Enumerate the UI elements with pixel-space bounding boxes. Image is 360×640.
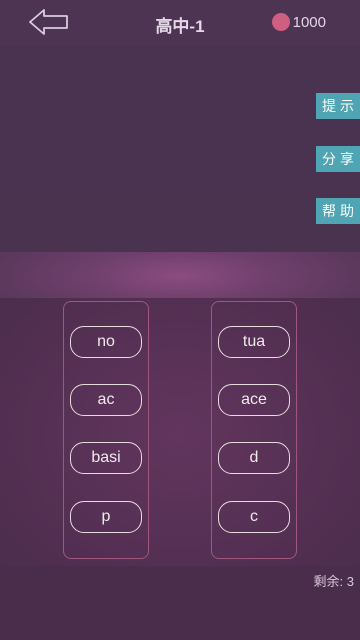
left-piece[interactable]: p (70, 501, 142, 533)
share-button[interactable]: 分享 (316, 146, 360, 172)
right-piece[interactable]: d (218, 442, 290, 474)
remaining-count: 剩余: 3 (313, 574, 354, 589)
coin-count: 1000 (292, 13, 326, 31)
left-piece-column: no ac basi p (63, 301, 149, 559)
right-piece[interactable]: ace (218, 384, 290, 416)
right-piece[interactable]: c (218, 501, 290, 533)
right-piece[interactable]: tua (218, 326, 290, 358)
help-button[interactable]: 帮助 (316, 198, 360, 224)
coin-counter: 1000 (271, 12, 326, 32)
footer-strip (0, 566, 360, 640)
left-piece[interactable]: no (70, 326, 142, 358)
game-screen: 高中-1 1000 提示 分享 帮助 no ac basi p tua ace … (0, 0, 360, 640)
left-piece[interactable]: basi (70, 442, 142, 474)
coin-icon (271, 13, 290, 31)
hint-button[interactable]: 提示 (316, 93, 360, 119)
answer-glow-band (0, 252, 360, 300)
right-piece-column: tua ace d c (211, 301, 297, 559)
hint-area (0, 46, 360, 258)
header-bar: 高中-1 1000 (0, 0, 360, 46)
left-piece[interactable]: ac (70, 384, 142, 416)
